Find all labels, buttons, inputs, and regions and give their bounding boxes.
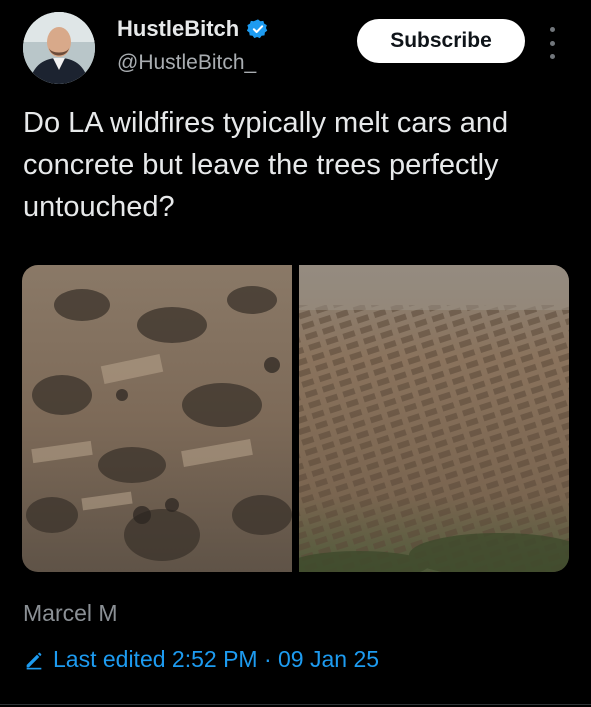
tweet-media[interactable] — [22, 265, 569, 572]
more-vertical-icon[interactable] — [542, 27, 562, 59]
last-edited-link[interactable]: Last edited 2:52 PM · 09 Jan 25 — [23, 646, 379, 673]
last-edited-label: Last edited 2:52 PM · 09 Jan 25 — [53, 646, 380, 672]
user-handle[interactable]: @HustleBitch_ — [117, 51, 256, 75]
tweet-text: Do LA wildfires typically melt cars and … — [23, 107, 509, 223]
verified-badge-icon — [247, 18, 269, 40]
pencil-icon — [23, 649, 45, 671]
display-name[interactable]: HustleBitch — [117, 16, 239, 42]
subscribe-button[interactable]: Subscribe — [357, 19, 525, 63]
tweet-header: HustleBitch @HustleBitch_ Subscribe — [0, 0, 591, 100]
aerial-photo-right[interactable] — [289, 265, 569, 572]
avatar[interactable] — [23, 12, 95, 84]
divider — [0, 704, 591, 705]
aerial-photo-left[interactable] — [22, 265, 292, 572]
name-row: HustleBitch — [117, 16, 269, 42]
author-name: Marcel M — [23, 600, 118, 626]
